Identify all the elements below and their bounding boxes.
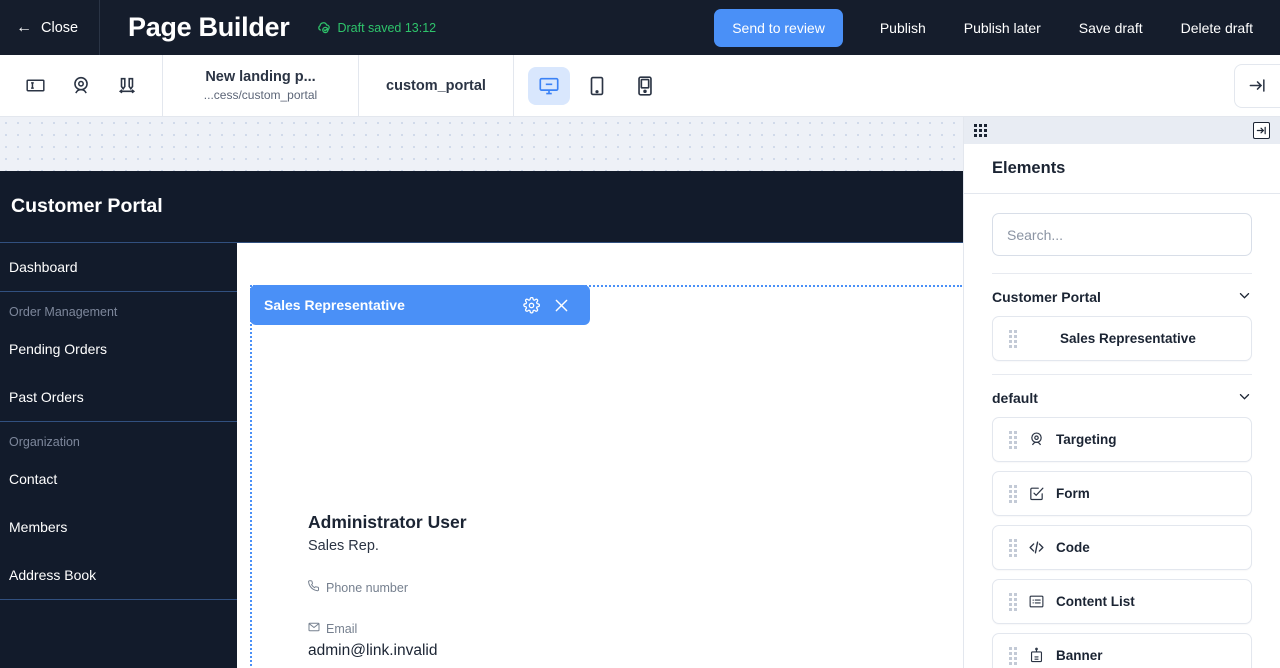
device-mobile-button[interactable] (624, 67, 666, 105)
editor-toolbar: New landing p... ...cess/custom_portal c… (0, 55, 1280, 117)
nav-group-organization: Organization Contact Members Address Boo… (0, 422, 237, 600)
close-button[interactable]: ← Close (0, 0, 100, 55)
sales-rep-info: Administrator User Sales Rep. Phone numb… (308, 512, 467, 660)
search-input[interactable] (992, 213, 1252, 256)
page-canvas: Customer Portal Dashboard Order Manageme… (0, 117, 963, 668)
cloud-check-icon (316, 20, 331, 35)
element-label: Sales Representative (1060, 331, 1196, 346)
sidebar-item-contact[interactable]: Contact (0, 455, 237, 503)
drag-handle-icon[interactable] (1009, 330, 1017, 348)
element-label: Content List (1056, 594, 1135, 609)
rep-role: Sales Rep. (308, 538, 467, 554)
toolbar-icon-group (0, 55, 163, 116)
element-code[interactable]: Code (992, 525, 1252, 570)
panel-collapse-right-icon[interactable] (1253, 122, 1270, 139)
group-label-customer-portal: Customer Portal (992, 289, 1101, 305)
panel-heading: Elements (992, 159, 1065, 178)
publish-later-button[interactable]: Publish later (945, 9, 1060, 47)
targeting-icon[interactable] (58, 63, 104, 109)
page-title: Page Builder (128, 12, 289, 43)
close-icon[interactable] (546, 290, 576, 320)
panel-drag-bar[interactable] (964, 117, 1280, 144)
element-banner[interactable]: Banner (992, 633, 1252, 668)
rep-phone-label: Phone number (308, 580, 467, 595)
code-icon (1028, 539, 1045, 556)
group-header-customer-portal[interactable]: Customer Portal (992, 273, 1252, 316)
drag-handle-icon[interactable] (974, 124, 987, 137)
selected-element-outline[interactable]: Sales Representative Administrator User … (250, 285, 962, 668)
elements-panel: Elements Customer Portal Sales Represent… (963, 117, 1280, 668)
content-list-icon (1028, 593, 1045, 610)
portal-title: Customer Portal (11, 195, 163, 218)
drag-handle-icon[interactable] (1009, 593, 1017, 611)
sidebar-item-past-orders[interactable]: Past Orders (0, 373, 237, 421)
draft-status-text: Draft saved 13:12 (337, 21, 436, 35)
rep-name: Administrator User (308, 512, 467, 533)
panel-header: Elements (964, 144, 1280, 194)
chevron-down-icon (1237, 389, 1252, 407)
rep-email-label: Email (308, 621, 467, 636)
element-label: Code (1056, 540, 1090, 555)
rep-email-value: admin@link.invalid (308, 642, 467, 660)
portal-sidebar: Dashboard Order Management Pending Order… (0, 243, 237, 668)
arrow-left-icon: ← (16, 20, 32, 36)
toolbar-right (1234, 55, 1280, 116)
email-label-text: Email (326, 622, 357, 636)
group-header-default[interactable]: default (992, 374, 1252, 417)
ab-test-icon[interactable] (104, 63, 150, 109)
elements-list: Customer Portal Sales Representative def… (964, 256, 1280, 668)
close-label: Close (41, 20, 78, 36)
nav-group-main: Dashboard (0, 243, 237, 292)
phone-icon (308, 580, 320, 595)
panel-search-wrap (964, 194, 1280, 256)
collapse-right-icon[interactable] (1234, 64, 1280, 108)
element-sales-representative[interactable]: Sales Representative (992, 316, 1252, 361)
topbar-actions: Send to review Publish Publish later Sav… (714, 9, 1280, 47)
publish-button[interactable]: Publish (861, 9, 945, 47)
status-badge: Draft saved 13:12 (316, 20, 436, 35)
sidebar-item-members[interactable]: Members (0, 503, 237, 551)
nav-section-order-management: Order Management (0, 292, 237, 325)
banner-icon (1028, 647, 1045, 664)
send-to-review-button[interactable]: Send to review (714, 9, 843, 47)
device-tablet-button[interactable] (576, 67, 618, 105)
drag-handle-icon[interactable] (1009, 647, 1017, 665)
sidebar-item-address-book[interactable]: Address Book (0, 551, 237, 599)
element-content-list[interactable]: Content List (992, 579, 1252, 624)
layout-icon[interactable] (12, 63, 58, 109)
element-label: Form (1056, 486, 1090, 501)
page-tab-subtitle: ...cess/custom_portal (204, 88, 317, 102)
form-icon (1028, 485, 1045, 502)
phone-label-text: Phone number (326, 581, 408, 595)
tab-page[interactable]: New landing p... ...cess/custom_portal (163, 55, 359, 116)
element-targeting[interactable]: Targeting (992, 417, 1252, 462)
portal-tab-title: custom_portal (386, 78, 486, 94)
save-draft-button[interactable]: Save draft (1060, 9, 1162, 47)
chevron-down-icon (1237, 288, 1252, 306)
nav-section-organization: Organization (0, 422, 237, 455)
drag-handle-icon[interactable] (1009, 431, 1017, 449)
selected-element-toolbar: Sales Representative (250, 285, 590, 325)
element-form[interactable]: Form (992, 471, 1252, 516)
device-desktop-button[interactable] (528, 67, 570, 105)
mail-icon (308, 621, 320, 636)
sidebar-item-pending-orders[interactable]: Pending Orders (0, 325, 237, 373)
targeting-icon (1028, 431, 1045, 448)
gear-icon[interactable] (516, 290, 546, 320)
drag-handle-icon[interactable] (1009, 539, 1017, 557)
selected-element-title: Sales Representative (264, 297, 516, 313)
element-label: Targeting (1056, 432, 1117, 447)
drag-handle-icon[interactable] (1009, 485, 1017, 503)
element-label: Banner (1056, 648, 1103, 663)
portal-header: Customer Portal (0, 171, 963, 243)
tab-custom-portal[interactable]: custom_portal (359, 55, 514, 116)
device-toggle-group (514, 55, 680, 116)
delete-draft-button[interactable]: Delete draft (1162, 9, 1272, 47)
page-tab-title: New landing p... (205, 69, 315, 85)
nav-group-orders: Order Management Pending Orders Past Ord… (0, 292, 237, 422)
sidebar-item-dashboard[interactable]: Dashboard (0, 243, 237, 291)
group-label-default: default (992, 390, 1038, 406)
top-bar: ← Close Page Builder Draft saved 13:12 S… (0, 0, 1280, 55)
